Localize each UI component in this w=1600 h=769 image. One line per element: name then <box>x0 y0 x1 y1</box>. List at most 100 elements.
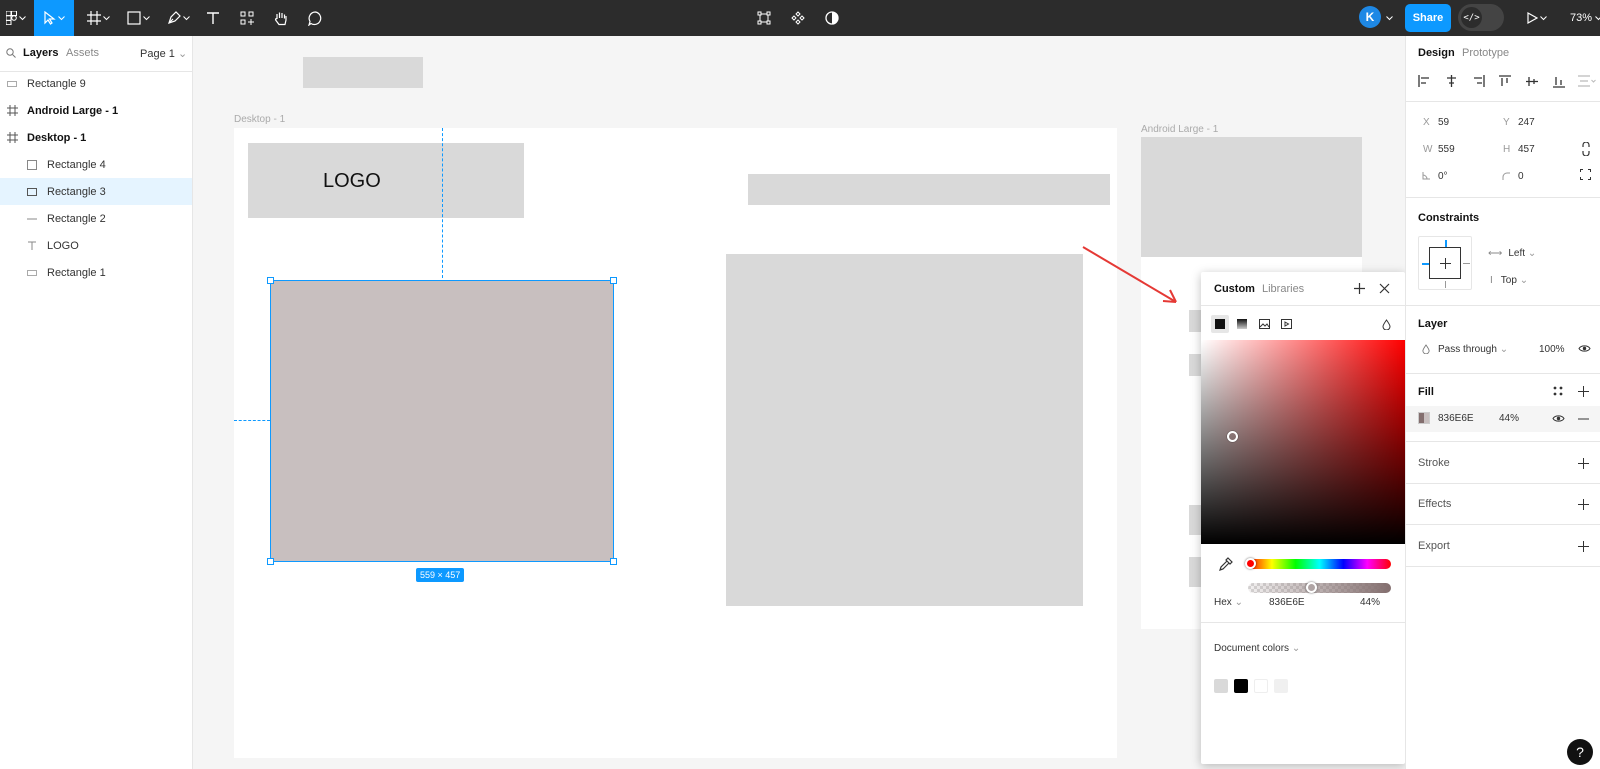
fill-hex-input[interactable]: 836E6E <box>1438 413 1474 424</box>
tab-libraries[interactable]: Libraries <box>1262 283 1304 295</box>
hue-slider-knob[interactable] <box>1245 558 1256 569</box>
help-button[interactable]: ? <box>1567 739 1593 765</box>
align-left-icon[interactable] <box>1418 75 1431 87</box>
multiplayer-menu-chevron[interactable] <box>1382 0 1396 36</box>
style-grid-icon[interactable] <box>1553 386 1563 396</box>
align-center-vertical-icon[interactable] <box>1526 75 1538 88</box>
text-tool-button[interactable] <box>202 0 224 36</box>
rotation-input[interactable]: 0° <box>1438 171 1448 182</box>
page-selector[interactable]: Page 1 ⌄ <box>140 47 187 60</box>
constraint-widget[interactable] <box>1418 236 1472 290</box>
rectangle-3-selected[interactable] <box>270 280 614 562</box>
eye-icon[interactable] <box>1552 414 1565 423</box>
layer-row[interactable]: Rectangle 9 <box>0 70 192 97</box>
create-component-button[interactable] <box>787 0 809 36</box>
tab-layers[interactable]: Layers <box>23 47 58 59</box>
document-color-swatch[interactable] <box>1214 679 1228 693</box>
layer-row[interactable]: Android Large - 1 <box>0 97 192 124</box>
present-button[interactable] <box>1522 0 1552 36</box>
constraint-bottom-indicator[interactable] <box>1445 281 1446 288</box>
resources-button[interactable] <box>236 0 258 36</box>
tab-assets[interactable]: Assets <box>66 47 99 59</box>
color-cursor[interactable] <box>1227 431 1238 442</box>
document-color-swatch[interactable] <box>1254 679 1268 693</box>
zoom-menu[interactable]: 73% <box>1570 0 1600 36</box>
hex-input[interactable]: 836E6E <box>1269 597 1305 608</box>
dev-mode-toggle[interactable]: </> <box>1458 4 1504 31</box>
add-effect-plus-icon[interactable] <box>1578 499 1589 510</box>
hue-slider[interactable] <box>1245 558 1391 569</box>
opacity-slider-knob[interactable] <box>1306 582 1317 593</box>
independent-corners-icon[interactable] <box>1580 169 1591 180</box>
pen-tool-button[interactable] <box>162 0 194 36</box>
layer-row[interactable]: Rectangle 2 <box>0 205 192 232</box>
remove-fill-minus-icon[interactable] <box>1578 418 1589 420</box>
move-tool-button[interactable] <box>34 0 74 36</box>
resize-handle-top-right[interactable] <box>610 277 617 284</box>
mask-button[interactable] <box>821 0 843 36</box>
add-export-plus-icon[interactable] <box>1578 541 1589 552</box>
layer-row[interactable]: Desktop - 1 <box>0 124 192 151</box>
frame-label-android[interactable]: Android Large - 1 <box>1141 124 1218 135</box>
frame-label-desktop[interactable]: Desktop - 1 <box>234 114 285 125</box>
close-icon[interactable] <box>1379 283 1390 294</box>
layer-row[interactable]: Rectangle 1 <box>0 259 192 286</box>
align-bottom-icon[interactable] <box>1553 75 1565 88</box>
constraint-right-indicator[interactable] <box>1463 263 1470 264</box>
fill-opacity-input[interactable]: 44% <box>1499 413 1519 424</box>
rectangle-1[interactable] <box>248 143 524 218</box>
document-color-swatch[interactable] <box>1234 679 1248 693</box>
align-right-icon[interactable] <box>1472 75 1485 87</box>
android-rect[interactable] <box>1189 505 1201 535</box>
document-colors-select[interactable]: Document colors ⌄ <box>1214 643 1300 654</box>
horizontal-constraint-select[interactable]: ⟷ Left ⌄ <box>1488 248 1536 259</box>
tab-custom[interactable]: Custom <box>1214 283 1255 295</box>
width-input[interactable]: 559 <box>1438 144 1455 155</box>
rectangle-2[interactable] <box>748 174 1110 205</box>
main-menu-button[interactable] <box>0 0 32 36</box>
comment-tool-button[interactable] <box>304 0 326 36</box>
tab-design[interactable]: Design <box>1418 47 1455 59</box>
gradient-fill-button[interactable] <box>1233 315 1251 333</box>
resize-handle-top-left[interactable] <box>267 277 274 284</box>
android-header-rect[interactable] <box>1141 137 1362 257</box>
android-rect[interactable] <box>1189 310 1201 332</box>
add-fill-plus-icon[interactable] <box>1578 386 1589 397</box>
blend-mode-select[interactable]: Pass through ⌄ <box>1438 344 1508 355</box>
layer-row-selected[interactable]: Rectangle 3 <box>0 178 192 205</box>
align-top-icon[interactable] <box>1499 75 1511 88</box>
shape-tool-button[interactable] <box>122 0 154 36</box>
share-button[interactable]: Share <box>1405 4 1451 32</box>
constraint-top-indicator[interactable] <box>1445 240 1447 247</box>
search-icon[interactable] <box>6 48 16 58</box>
blend-mode-button[interactable] <box>1377 315 1395 333</box>
layer-row[interactable]: Rectangle 4 <box>0 151 192 178</box>
solid-fill-button[interactable] <box>1211 315 1229 333</box>
android-rect[interactable] <box>1189 354 1201 376</box>
rectangle-9[interactable] <box>303 57 423 88</box>
height-input[interactable]: 457 <box>1518 144 1535 155</box>
rectangle-4[interactable] <box>726 254 1083 606</box>
eyedropper-icon[interactable] <box>1219 557 1233 571</box>
y-input[interactable]: 247 <box>1518 117 1535 128</box>
corner-radius-input[interactable]: 0 <box>1518 171 1524 182</box>
x-input[interactable]: 59 <box>1438 117 1449 128</box>
logo-text[interactable]: LOGO <box>323 170 381 193</box>
constrain-proportions-icon[interactable] <box>1582 142 1590 156</box>
opacity-input[interactable]: 44% <box>1360 597 1380 608</box>
fill-row[interactable]: 836E6E 44% <box>1406 406 1600 432</box>
vertical-constraint-select[interactable]: I Top ⌄ <box>1490 275 1528 286</box>
android-rect[interactable] <box>1189 557 1201 587</box>
resize-handle-bottom-left[interactable] <box>267 558 274 565</box>
resize-handle-bottom-right[interactable] <box>610 558 617 565</box>
fill-swatch[interactable] <box>1418 412 1430 424</box>
edit-object-button[interactable] <box>753 0 775 36</box>
align-center-horizontal-icon[interactable] <box>1445 75 1458 87</box>
layer-opacity-input[interactable]: 100% <box>1539 344 1565 355</box>
add-stroke-plus-icon[interactable] <box>1578 458 1589 469</box>
constraint-left-indicator[interactable] <box>1422 263 1429 265</box>
frame-desktop[interactable]: LOGO 559 × 457 <box>234 128 1117 758</box>
video-fill-button[interactable] <box>1277 315 1295 333</box>
distribute-icon[interactable] <box>1578 75 1596 87</box>
plus-icon[interactable] <box>1354 283 1365 294</box>
